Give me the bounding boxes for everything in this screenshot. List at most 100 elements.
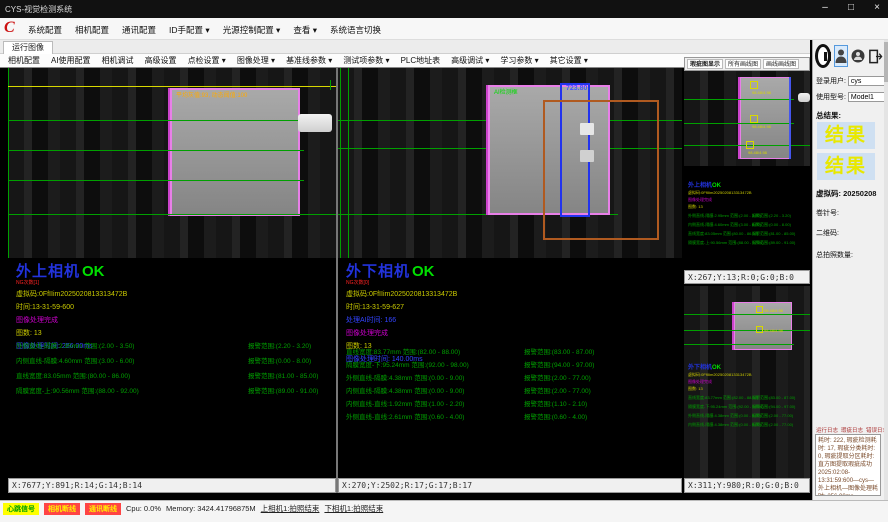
menu-camera-config[interactable]: 相机配置 <box>75 24 109 36</box>
tool-learn-params[interactable]: 学习参数 ▾ <box>500 55 538 66</box>
mini-measure-row: 隔膜宽度-下:95.24mm 范围:(92.00 - 98.00)报警范围:(9… <box>688 404 806 410</box>
measure-line <box>684 99 794 100</box>
tool-test-params[interactable]: 测试项参数 ▾ <box>343 55 389 66</box>
user-login-button[interactable] <box>834 45 848 67</box>
small-top-camera-image[interactable]: 外上相机OK 虚拟码:0FfIIim2025020813313472B 图像处理… <box>684 71 810 270</box>
login-user-label: 登录用户: <box>816 78 846 85</box>
tool-advanced-debug[interactable]: 高级调试 ▾ <box>451 55 489 66</box>
alarm-range: 报警范围:(2.00 - 77.00) <box>752 422 793 428</box>
menu-comm-config[interactable]: 通讯配置 <box>122 24 156 36</box>
defect-tag: 98.48/4.98 <box>748 150 767 155</box>
measure-value: 隔膜宽度-下:95.24mm 范围:(92.00 - 98.00) <box>346 362 469 369</box>
mini-frame: 图数: 13 <box>688 204 806 210</box>
right-scrollbar[interactable] <box>884 40 888 500</box>
tab-all-lines-image[interactable]: 所有画线图 <box>725 59 761 69</box>
alarm-range: 报警范围:(1.10 - 2.10) <box>524 398 587 408</box>
menu-language-switch[interactable]: 系统语言切换 <box>330 24 381 36</box>
maximize-button[interactable]: □ <box>844 2 858 13</box>
window-title: CYS-视觉检测系统 <box>5 4 72 15</box>
model-row: 使用型号: <box>816 92 888 102</box>
tab-run-log[interactable]: 运行日志 <box>816 426 838 434</box>
tab-run-image[interactable]: 运行图像 <box>3 41 53 54</box>
bright-feature <box>580 123 594 135</box>
tool-advanced-settings[interactable]: 高级设置 <box>145 55 177 66</box>
virtual-code-row: 虚拟码: 20250208 <box>816 188 876 199</box>
alarm-range: 报警范围:(2.20 - 3.20) <box>248 340 311 350</box>
menu-light-control[interactable]: 光源控制配置 ▾ <box>223 24 281 36</box>
small-top-pixel-coordinates: X:267;Y:13;R:0;G:0;B:0 <box>684 270 810 284</box>
tool-other-settings[interactable]: 其它设置 ▾ <box>550 55 588 66</box>
mini-barcode: 虚拟码:0FfIIim2025020813313472B <box>688 372 806 378</box>
alarm-range: 报警范围:(83.00 - 87.00) <box>524 346 594 356</box>
user-manage-button[interactable] <box>851 45 865 67</box>
menu-id-manual-config[interactable]: ID手配置 ▾ <box>169 24 210 36</box>
alarm-range: 报警范围:(94.00 - 97.00) <box>524 359 594 369</box>
camera-name: 外下相机 <box>346 263 410 280</box>
login-user-field[interactable] <box>848 76 888 86</box>
upper-camera-status[interactable]: 上相机1:拍照结束 <box>261 503 320 514</box>
left-pixel-coordinates: X:7677;Y:891;R:14;G:14;B:14 <box>8 478 336 493</box>
measure-value: 外侧直线-隔膜:2.95mm 范围:(2.00 - 3.50) <box>16 343 134 350</box>
measure-value: 内侧直线-直线:1.92mm 范围:(1.00 - 2.20) <box>346 401 464 408</box>
tab-defect-image[interactable]: 瑕疵图显示 <box>687 59 723 69</box>
measure-value: 直线宽度:83.77mm 范围:(82.00 - 88.00) <box>346 349 460 356</box>
result-ok: OK <box>712 183 721 189</box>
menu-view[interactable]: 查看 ▾ <box>293 24 317 36</box>
alarm-range: 报警范围:(89.00 - 91.00) <box>248 385 318 395</box>
exit-button[interactable] <box>868 45 883 67</box>
mini-done: 图像处理完成 <box>688 379 806 385</box>
defect-tag: 98.48/4.98 <box>764 328 783 333</box>
small-bottom-camera-image[interactable]: 98.48/4.98 98.48/4.98 外下相机OK 虚拟码:0FfIIim… <box>684 286 810 478</box>
tool-camera-debug[interactable]: 相机调试 <box>102 55 134 66</box>
tool-image-processing[interactable]: 图像处理 ▾ <box>237 55 275 66</box>
alarm-range: 报警范围:(83.00 - 87.00) <box>752 395 795 401</box>
edge-marker <box>789 77 791 159</box>
measure-value: 外侧直线-隔膜:2.95mm 范围:(2.00 - 3.50) <box>688 213 761 218</box>
alarm-range: 报警范围:(81.00 - 85.00) <box>752 231 795 237</box>
measure-value: 内侧直线-隔膜:4.38mm 范围:(0.00 - 9.00) <box>346 388 464 395</box>
tool-baseline-params[interactable]: 基准线参数 ▾ <box>286 55 332 66</box>
middle-camera-image[interactable]: AI检测框 723.80 <box>338 68 682 258</box>
tab-drawn-lines-image[interactable]: 画线画线图 <box>763 59 799 69</box>
comm-offline-badge: 通讯断线 <box>85 503 121 515</box>
separator-region <box>734 302 792 350</box>
measurement-row: 外侧直线-隔膜:4.38mm 范围:(0.00 - 9.00)报警范围:(2.0… <box>346 372 682 382</box>
lower-camera-status[interactable]: 下相机1:拍照结束 <box>324 503 383 514</box>
measurement-row: 内侧直线-隔膜:4.38mm 范围:(0.00 - 9.00)报警范围:(2.0… <box>346 385 682 395</box>
left-camera-image[interactable]: 平均灰值:93, 动态阈值:100 <box>8 68 336 258</box>
tool-spot-check[interactable]: 点检设置 ▾ <box>188 55 226 66</box>
close-button[interactable]: × <box>870 2 884 13</box>
log-output[interactable]: 耗时: 222, 瑕疵检测耗时: 17, 瑕疵分类耗时: 0, 瑕疵提取分区耗时… <box>815 434 881 496</box>
menu-bar: C 系统配置 相机配置 通讯配置 ID手配置 ▾ 光源控制配置 ▾ 查看 ▾ 系… <box>0 18 888 40</box>
pause-button[interactable] <box>815 44 831 68</box>
barcode-line: 虚拟码:0FfIIim2025020813313472B <box>16 289 336 299</box>
tool-camera-config[interactable]: 相机配置 <box>8 55 40 66</box>
menu-system-config[interactable]: 系统配置 <box>28 24 62 36</box>
tool-ai-config[interactable]: AI使用配置 <box>51 55 91 66</box>
model-field[interactable] <box>848 92 888 102</box>
roi-box <box>543 100 659 240</box>
window-controls: – □ × <box>818 2 884 13</box>
mini-measure-row: 隔膜宽度-上:90.56mm 范围:(88.00 - 92.00)报警范围:(8… <box>688 240 806 246</box>
virtual-code-value: 20250208 <box>843 189 876 198</box>
minimize-button[interactable]: – <box>818 2 832 13</box>
measurement-row: 外侧直线-直线:2.61mm 范围:(0.60 - 4.00)报警范围:(0.6… <box>346 411 682 421</box>
result-ok: OK <box>82 263 105 280</box>
tab-defect-log[interactable]: 瑕疵日志 <box>841 426 863 434</box>
scrollbar-thumb[interactable] <box>884 42 888 82</box>
measure-line <box>684 123 794 124</box>
tool-plc-table[interactable]: PLC地址表 <box>401 55 441 66</box>
pause-icon <box>828 52 831 61</box>
measure-value: 直线宽度:83.77mm 范围:(82.00 - 88.00) <box>688 395 758 400</box>
measurement-row: 直线宽度:83.05mm 范围:(80.00 - 86.00)报警范围:(81.… <box>16 370 336 380</box>
shot-count-label: 总拍照数量: <box>816 250 853 260</box>
camera-name: 外下相机 <box>688 365 712 371</box>
done-line: 图像处理完成 <box>346 328 682 338</box>
mini-measure-row: 内侧直线-隔膜:4.38mm 范围:(0.00 - 9.00)报警范围:(2.0… <box>688 422 806 428</box>
defect-marker <box>746 141 754 149</box>
mini-measure-row: 外侧直线-隔膜:4.38mm 范围:(0.00 - 9.00)报警范围:(2.0… <box>688 413 806 419</box>
alarm-range: 报警范围:(0.00 - 8.00) <box>752 222 791 228</box>
middle-result-block: 外下相机OK NG次数[0] 虚拟码:0FfIIim20250208133134… <box>346 260 682 474</box>
gray-threshold-label: 平均灰值:93, 动态阈值:100 <box>176 90 247 99</box>
mini-frame: 图数: 13 <box>688 386 806 392</box>
